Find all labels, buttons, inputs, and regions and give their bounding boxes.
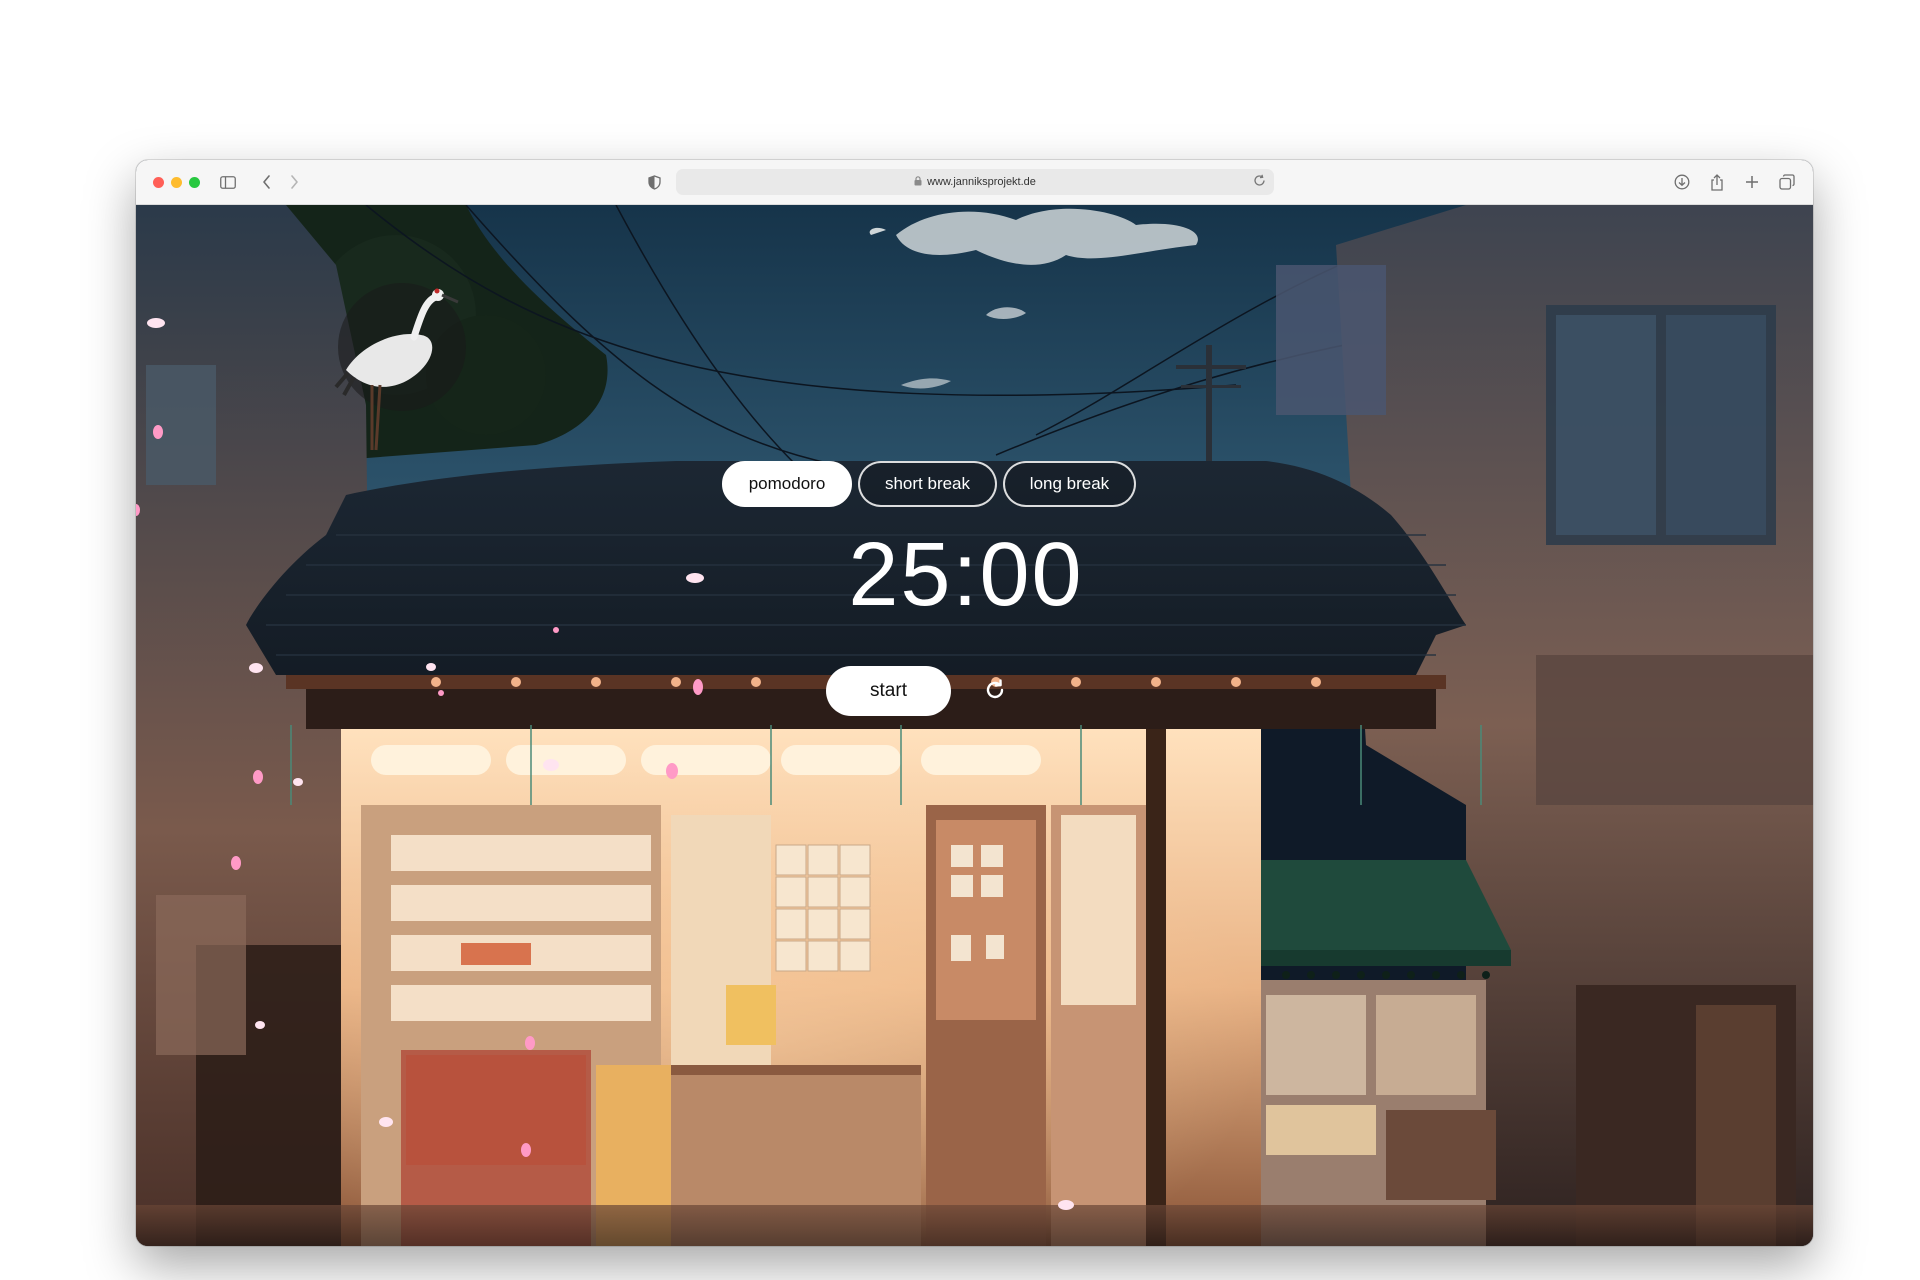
reload-icon[interactable] xyxy=(1253,174,1266,190)
zoom-window-button[interactable] xyxy=(189,177,200,188)
share-icon[interactable] xyxy=(1707,172,1727,192)
sidebar-icon[interactable] xyxy=(218,172,238,192)
start-button[interactable]: start xyxy=(826,666,951,716)
browser-window: www.janniksprojekt.de pomodoro short bre… xyxy=(136,160,1813,1246)
new-tab-icon[interactable] xyxy=(1742,172,1762,192)
tab-overview-icon[interactable] xyxy=(1777,172,1797,192)
minimize-window-button[interactable] xyxy=(171,177,182,188)
reset-button[interactable] xyxy=(977,673,1013,709)
download-icon[interactable] xyxy=(1672,172,1692,192)
privacy-shield-icon[interactable] xyxy=(644,172,664,192)
tab-short-break[interactable]: short break xyxy=(858,461,997,507)
timer-controls: start xyxy=(826,666,1013,716)
timer-display: 25:00 xyxy=(848,525,1084,625)
url-text: www.janniksprojekt.de xyxy=(927,176,1036,188)
refresh-icon xyxy=(983,678,1007,705)
timer-mode-tabs: pomodoro short break long break xyxy=(722,461,1136,507)
address-bar[interactable]: www.janniksprojekt.de xyxy=(676,169,1274,195)
tab-pomodoro[interactable]: pomodoro xyxy=(722,461,852,507)
back-icon[interactable] xyxy=(256,172,276,192)
close-window-button[interactable] xyxy=(153,177,164,188)
lock-icon xyxy=(914,175,922,189)
browser-toolbar: www.janniksprojekt.de xyxy=(136,160,1813,205)
background-scene xyxy=(136,205,1813,1246)
page-content: pomodoro short break long break 25:00 st… xyxy=(136,205,1813,1246)
forward-icon[interactable] xyxy=(284,172,304,192)
tab-long-break[interactable]: long break xyxy=(1003,461,1136,507)
